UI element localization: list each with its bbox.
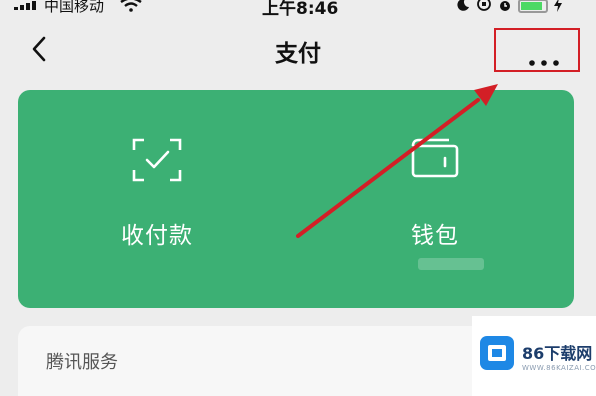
wallet-button[interactable]: 钱包 bbox=[296, 90, 574, 308]
watermark-brand: 86下载网 bbox=[522, 344, 593, 363]
annotation-highlight-box bbox=[494, 28, 580, 72]
services-title: 腾讯服务 bbox=[46, 352, 118, 373]
wallet-icon bbox=[411, 138, 459, 182]
battery-icon bbox=[518, 0, 548, 13]
wallet-label: 钱包 bbox=[411, 223, 459, 249]
watermark: 86下载网 WWW.86KAIZAI.COM bbox=[472, 316, 596, 396]
watermark-logo-icon bbox=[480, 336, 514, 370]
scan-check-icon bbox=[132, 138, 182, 186]
signal-icon bbox=[14, 0, 36, 10]
status-bar: 中国移动 上午8:46 bbox=[0, 0, 596, 19]
watermark-url: WWW.86KAIZAI.COM bbox=[522, 364, 596, 372]
payment-card: 收付款 钱包 bbox=[18, 90, 574, 308]
wallet-balance-blurred bbox=[418, 258, 484, 270]
battery-fill bbox=[521, 2, 542, 10]
receive-payment-button[interactable]: 收付款 bbox=[18, 90, 296, 308]
receive-payment-label: 收付款 bbox=[121, 223, 193, 249]
